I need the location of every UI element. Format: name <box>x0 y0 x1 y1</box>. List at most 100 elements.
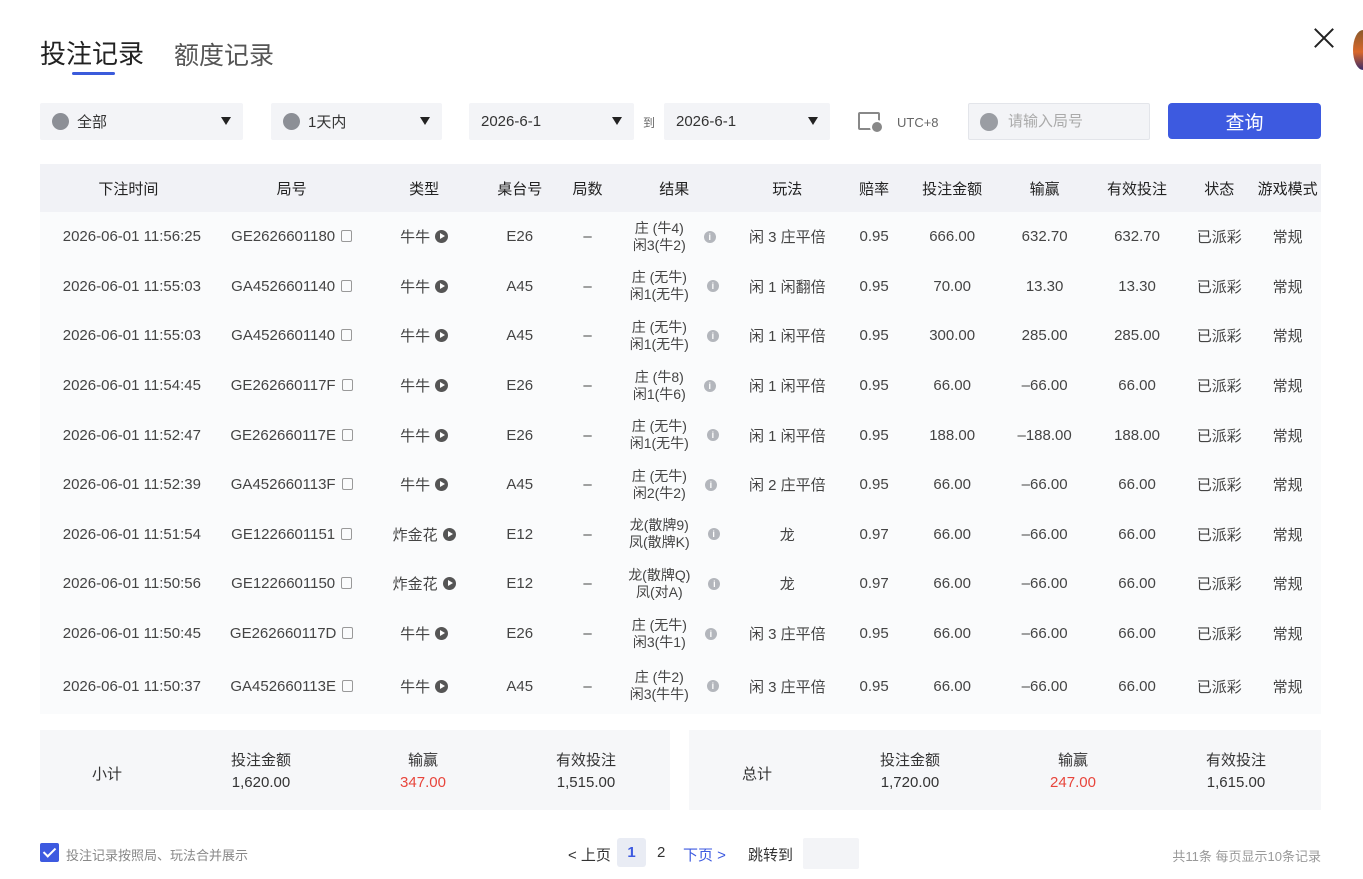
table-row[interactable]: 2026-06-01 11:50:56 GE1226601150 炸金花 E12– 龙(… <box>40 559 1321 609</box>
copy-icon[interactable] <box>341 527 353 540</box>
table-number: E12 <box>481 509 558 560</box>
play-type: 闲 1 闲平倍 <box>731 410 844 460</box>
status: 已派彩 <box>1184 360 1255 411</box>
table-header-row: 下注时间 局号 类型 桌台号 局数 结果 玩法 赔率 投注金额 输赢 有效投注 状态 游戏模式 <box>40 164 1321 212</box>
round-number-input[interactable] <box>1006 112 1150 131</box>
total-win: 输赢 247.00 <box>1033 750 1113 794</box>
close-icon[interactable] <box>1313 27 1335 49</box>
replay-icon[interactable] <box>435 679 449 693</box>
copy-icon[interactable] <box>342 679 353 692</box>
replay-icon[interactable] <box>442 577 456 591</box>
info-icon[interactable]: i <box>704 627 717 640</box>
bet-amount: 66.00 <box>904 658 1000 715</box>
bet-time: 2026-06-01 11:56:25 <box>40 212 217 262</box>
replay-icon[interactable] <box>435 478 449 492</box>
copy-icon[interactable] <box>341 379 353 392</box>
result-line-2: 闲3(牛牛) <box>629 686 689 703</box>
table-number: A45 <box>481 459 558 510</box>
time-range-select[interactable]: 1天内 <box>271 103 442 140</box>
info-icon[interactable]: i <box>707 528 720 541</box>
table-row[interactable]: 2026-06-01 11:51:54 GE1226601151 炸金花 E12– 龙(… <box>40 509 1321 560</box>
replay-icon[interactable] <box>435 428 449 442</box>
copy-icon[interactable] <box>341 478 353 491</box>
game-type: 牛牛 <box>400 229 431 247</box>
shoe-number: – <box>557 212 618 262</box>
status: 已派彩 <box>1184 311 1255 361</box>
bet-amount: 70.00 <box>904 261 1000 312</box>
round-cell: GA452660113E <box>216 658 367 715</box>
copy-icon[interactable] <box>341 279 353 292</box>
column-header: 下注时间 <box>40 164 217 212</box>
info-icon[interactable]: i <box>706 280 719 293</box>
tab-credit-records[interactable]: 额度记录 <box>174 36 274 72</box>
bet-amount: 66.00 <box>904 509 1000 560</box>
shoe-number: – <box>557 360 618 411</box>
copy-icon[interactable] <box>342 627 354 640</box>
replay-icon[interactable] <box>442 527 456 541</box>
game-type: 牛牛 <box>400 477 431 495</box>
info-icon[interactable]: i <box>706 429 719 442</box>
status: 已派彩 <box>1184 509 1255 560</box>
game-mode: 常规 <box>1254 311 1321 361</box>
round-cell: GE262660117E <box>216 410 367 460</box>
replay-icon[interactable] <box>435 379 449 393</box>
play-type: 龙 <box>731 509 844 560</box>
table-row[interactable]: 2026-06-01 11:55:03 GA4526601140 牛牛 A45– 庄 (… <box>40 261 1321 312</box>
table-row[interactable]: 2026-06-01 11:50:37 GA452660113E 牛牛 A45– 庄 (… <box>40 658 1321 715</box>
table-row[interactable]: 2026-06-01 11:56:25 GE2626601180 牛牛 E26– 庄 (… <box>40 212 1321 262</box>
round-number: GE262660117F <box>230 377 336 395</box>
round-number: GE2626601180 <box>231 228 336 246</box>
copy-icon[interactable] <box>341 329 353 342</box>
copy-icon[interactable] <box>342 428 353 441</box>
info-icon[interactable]: i <box>706 680 719 693</box>
info-icon[interactable]: i <box>706 329 719 342</box>
bet-time: 2026-06-01 11:55:03 <box>40 311 217 361</box>
table-number: A45 <box>481 658 558 715</box>
prev-page-link[interactable]: < 上页 <box>568 844 611 865</box>
info-icon[interactable]: i <box>703 230 716 243</box>
round-number: GA4526601140 <box>231 277 336 295</box>
table-row[interactable]: 2026-06-01 11:55:03 GA4526601140 牛牛 A45– 庄 (… <box>40 311 1321 361</box>
total-panel: 总计 投注金额 1,720.00 输赢 247.00 有效投注 1,615.00 <box>689 730 1321 810</box>
valid-bet: 66.00 <box>1089 509 1185 560</box>
replay-icon[interactable] <box>435 329 449 343</box>
column-header: 局号 <box>216 164 367 212</box>
info-icon[interactable]: i <box>703 379 716 392</box>
calendar-clock-icon[interactable] <box>858 112 884 134</box>
bet-time: 2026-06-01 11:50:56 <box>40 559 217 609</box>
game-type-select[interactable]: 全部 <box>40 103 243 140</box>
date-from-select[interactable]: 2026-6-1 <box>469 103 634 140</box>
result-cell: 庄 (牛4) 闲3(牛2) i <box>617 212 732 262</box>
column-header: 局数 <box>557 164 618 212</box>
info-icon[interactable]: i <box>704 478 717 491</box>
page-2-button[interactable]: 2 <box>657 844 665 861</box>
copy-icon[interactable] <box>341 577 353 590</box>
round-cell: GE1226601151 <box>216 509 367 560</box>
result-cell: 庄 (牛2) 闲3(牛牛) i <box>617 658 732 715</box>
query-button[interactable]: 查询 <box>1168 103 1321 139</box>
table-row[interactable]: 2026-06-01 11:52:47 GE262660117E 牛牛 E26– 庄 (… <box>40 410 1321 460</box>
result-line-2: 闲3(牛1) <box>632 633 686 650</box>
jump-page-input[interactable] <box>803 838 859 869</box>
tab-bet-records[interactable]: 投注记录 <box>40 34 144 71</box>
round-number: GA452660113E <box>230 677 336 695</box>
subtotal-label: 小计 <box>92 766 123 783</box>
replay-icon[interactable] <box>435 279 449 293</box>
table-row[interactable]: 2026-06-01 11:50:45 GE262660117D 牛牛 E26– 庄 (… <box>40 608 1321 659</box>
table-row[interactable]: 2026-06-01 11:54:45 GE262660117F 牛牛 E26– 庄 (… <box>40 360 1321 411</box>
merge-display-checkbox[interactable] <box>40 843 59 862</box>
bet-time: 2026-06-01 11:55:03 <box>40 261 217 312</box>
date-to-select[interactable]: 2026-6-1 <box>664 103 830 140</box>
game-category-icon <box>52 113 69 130</box>
column-header: 有效投注 <box>1089 164 1185 212</box>
table-row[interactable]: 2026-06-01 11:52:39 GA452660113F 牛牛 A45– 庄 (… <box>40 459 1321 510</box>
replay-icon[interactable] <box>435 230 449 244</box>
copy-icon[interactable] <box>341 230 353 243</box>
status: 已派彩 <box>1184 658 1255 715</box>
next-page-link[interactable]: 下页 > <box>683 844 726 865</box>
info-icon[interactable]: i <box>708 577 721 590</box>
caret-down-icon <box>808 117 818 125</box>
round-icon <box>980 112 998 131</box>
page-1-button[interactable]: 1 <box>617 838 646 867</box>
replay-icon[interactable] <box>435 627 449 641</box>
